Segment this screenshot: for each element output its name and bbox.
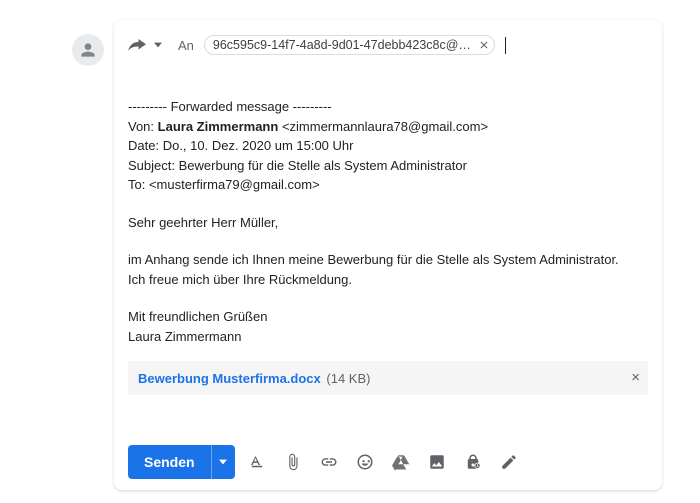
to-label: An	[178, 38, 194, 53]
formatting-toolbar	[247, 452, 519, 472]
image-icon[interactable]	[427, 452, 447, 472]
formatting-icon[interactable]	[247, 452, 267, 472]
confidential-icon[interactable]	[463, 452, 483, 472]
recipient-row: An 96c595c9-14f7-4a8d-9d01-47debb423c8c@…	[128, 30, 648, 60]
attachment-chip[interactable]: Bewerbung Musterfirma.docx (14 KB) ×	[128, 361, 648, 395]
remove-recipient-icon[interactable]	[477, 38, 491, 52]
forward-icon[interactable]	[128, 38, 146, 52]
emoji-icon[interactable]	[355, 452, 375, 472]
send-options-dropdown[interactable]	[211, 445, 235, 479]
person-icon	[78, 40, 98, 60]
avatar	[72, 34, 104, 66]
fwd-separator: --------- Forwarded message ---------	[128, 98, 648, 116]
compose-footer: Senden	[128, 436, 648, 480]
message-body[interactable]: --------- Forwarded message --------- Vo…	[128, 60, 648, 436]
fwd-from: Von: Laura Zimmermann <zimmermannlaura78…	[128, 118, 648, 136]
attachment-name: Bewerbung Musterfirma.docx	[138, 371, 321, 386]
fwd-to: To: <musterfirma79@gmail.com>	[128, 176, 648, 194]
fwd-subject: Subject: Bewerbung für die Stelle als Sy…	[128, 157, 648, 175]
recipient-chip[interactable]: 96c595c9-14f7-4a8d-9d01-47debb423c8c@mai…	[204, 35, 495, 55]
compose-card: An 96c595c9-14f7-4a8d-9d01-47debb423c8c@…	[114, 20, 662, 490]
pen-icon[interactable]	[499, 452, 519, 472]
attach-icon[interactable]	[283, 452, 303, 472]
line2: Ich freue mich über Ihre Rückmeldung.	[128, 271, 648, 289]
salutation: Sehr geehrter Herr Müller,	[128, 214, 648, 232]
signature: Laura Zimmermann	[128, 328, 648, 346]
fwd-date: Date: Do., 10. Dez. 2020 um 15:00 Uhr	[128, 137, 648, 155]
recipient-email: 96c595c9-14f7-4a8d-9d01-47debb423c8c@mai…	[213, 38, 473, 52]
send-button[interactable]: Senden	[128, 445, 211, 479]
text-cursor	[505, 37, 506, 54]
reply-type-dropdown[interactable]	[152, 41, 164, 49]
remove-attachment-icon[interactable]: ×	[631, 368, 640, 388]
closing: Mit freundlichen Grüßen	[128, 308, 648, 326]
link-icon[interactable]	[319, 452, 339, 472]
attachment-size: (14 KB)	[326, 371, 370, 386]
line1: im Anhang sende ich Ihnen meine Bewerbun…	[128, 251, 648, 269]
send-group: Senden	[128, 445, 235, 479]
drive-icon[interactable]	[391, 452, 411, 472]
